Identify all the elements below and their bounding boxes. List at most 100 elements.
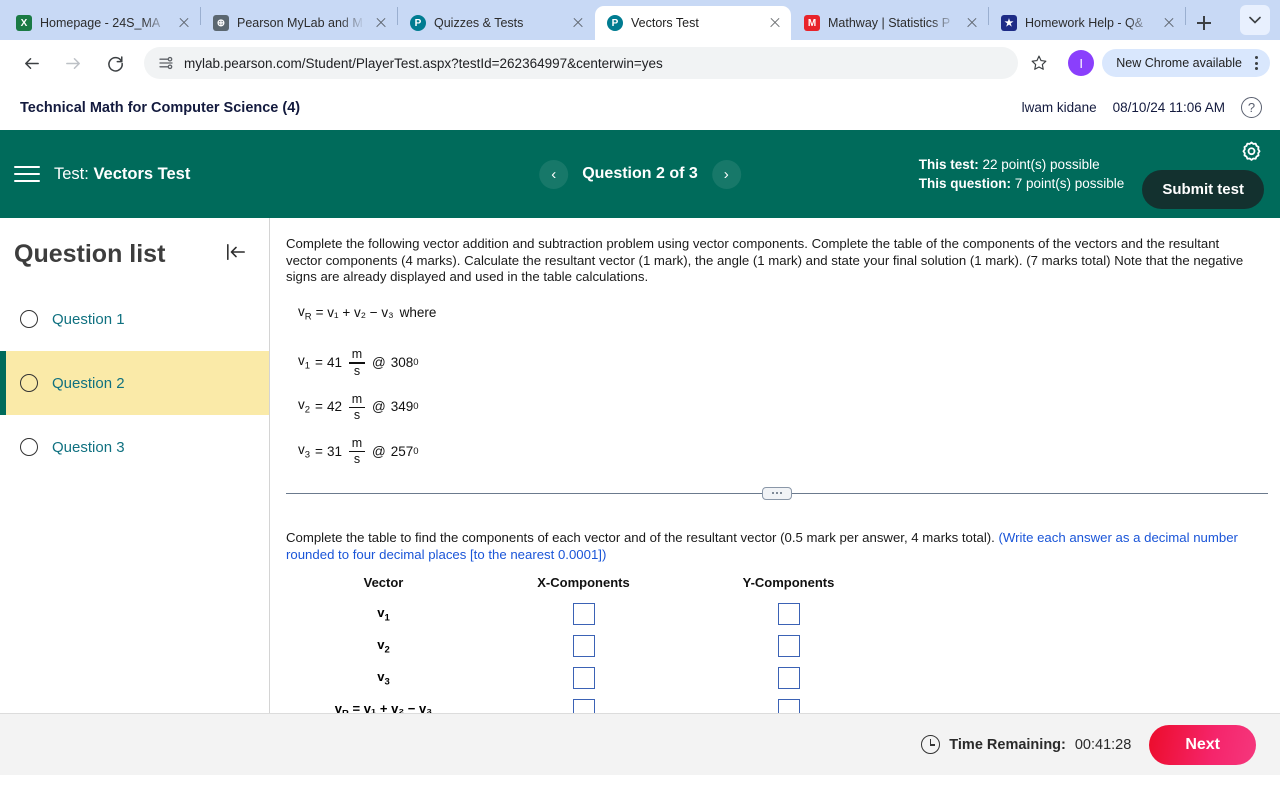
sidebar-item-question-1[interactable]: Question 1	[0, 287, 269, 351]
close-icon[interactable]	[964, 15, 980, 31]
previous-question-button[interactable]: ‹	[539, 159, 569, 189]
question-list-title: Question list	[14, 240, 166, 268]
help-icon[interactable]: ?	[1241, 97, 1262, 118]
equals-sign: =	[315, 354, 323, 370]
chevron-down-icon	[1249, 16, 1261, 24]
column-header-x-components: X-Components	[537, 575, 630, 591]
back-button[interactable]	[15, 47, 47, 79]
formula-where-label: where	[399, 305, 437, 321]
browser-tab-5[interactable]: ★ Homework Help - Q&	[989, 6, 1185, 40]
vector-symbol: v3	[298, 441, 311, 461]
menu-icon[interactable]	[14, 163, 40, 185]
x-component-input[interactable]	[572, 699, 595, 713]
splitter-line-left	[286, 492, 762, 494]
sidebar-item-question-2[interactable]: Question 2	[0, 351, 269, 415]
browser-tab-4[interactable]: M Mathway | Statistics P	[792, 6, 988, 40]
new-tab-button[interactable]	[1190, 9, 1218, 37]
row-x-cell	[481, 630, 686, 662]
question-prompt: Complete the following vector addition a…	[286, 236, 1244, 284]
browser-menu-icon[interactable]	[1248, 53, 1264, 73]
y-component-input[interactable]	[777, 667, 800, 690]
question-status-circle-icon	[20, 438, 38, 456]
close-icon[interactable]	[373, 15, 389, 31]
submit-test-button[interactable]: Submit test	[1142, 169, 1264, 209]
y-component-input[interactable]	[777, 603, 800, 626]
y-component-input[interactable]	[777, 635, 800, 658]
bookmark-star-icon[interactable]	[1024, 48, 1054, 78]
splitter-grip-handle[interactable]	[762, 486, 792, 500]
browser-tab-strip: X Homepage - 24S_MA ⊕ Pearson MyLab and …	[0, 0, 1280, 40]
profile-avatar[interactable]: I	[1068, 50, 1095, 76]
pearson-icon: P	[607, 15, 623, 31]
browser-toolbar: mylab.pearson.com/Student/PlayerTest.asp…	[0, 40, 1280, 86]
app-user-info: lwam kidane 08/10/24 11:06 AM ?	[1022, 97, 1262, 118]
time-remaining-label: Time Remaining:	[949, 736, 1066, 753]
table-row: v2	[286, 630, 891, 662]
user-name: lwam kidane	[1021, 100, 1097, 115]
unit-denominator: s	[353, 452, 361, 467]
close-icon[interactable]	[570, 15, 586, 31]
formula-rhs: = v₁ + v₂ − v₃	[315, 305, 394, 321]
sidebar-item-question-3[interactable]: Question 3	[0, 415, 269, 479]
browser-tab-title: Vectors Test	[631, 16, 699, 30]
question-points-label: This question:	[918, 176, 1011, 191]
question-status-circle-icon	[20, 374, 38, 392]
test-title: Test: Vectors Test	[54, 165, 190, 184]
settings-gear-icon[interactable]	[1240, 140, 1264, 164]
excel-icon: X	[16, 15, 32, 31]
test-header-actions: Submit test	[1142, 140, 1264, 209]
vector-subscript: R	[342, 709, 349, 713]
browser-tab-1[interactable]: ⊕ Pearson MyLab and M	[201, 6, 397, 40]
test-name-label: Vectors Test	[93, 164, 191, 183]
collapse-panel-icon[interactable]	[225, 242, 247, 267]
row-vector-label: vR = v₁ + v₂ − v₃	[286, 694, 481, 713]
browser-tab-title: Mathway | Statistics P	[828, 16, 951, 30]
browser-tab-title: Pearson MyLab and M	[237, 16, 363, 30]
globe-icon: ⊕	[213, 15, 229, 31]
browser-tab-0[interactable]: X Homepage - 24S_MA	[4, 6, 200, 40]
arrow-right-icon	[65, 57, 80, 69]
vector-angle: 257	[390, 443, 414, 459]
url-text: mylab.pearson.com/Student/PlayerTest.asp…	[184, 55, 663, 71]
forward-button[interactable]	[57, 47, 89, 79]
components-table: Vector X-Components Y-Components v1 v2 v…	[286, 573, 891, 713]
x-component-input[interactable]	[572, 667, 595, 690]
address-bar[interactable]: mylab.pearson.com/Student/PlayerTest.asp…	[144, 47, 1019, 79]
reload-button[interactable]	[99, 47, 131, 79]
next-button[interactable]: Next	[1149, 724, 1256, 765]
browser-tab-title: Quizzes & Tests	[434, 16, 524, 30]
table-instruction-plain: Complete the table to find the component…	[286, 530, 999, 546]
question-status-circle-icon	[20, 310, 38, 328]
vector-subscript: 2	[304, 405, 311, 417]
given-vector-2: v2 = 42 m s @ 349 0	[298, 391, 1268, 421]
chrome-update-chip[interactable]: New Chrome available	[1102, 49, 1270, 77]
close-icon[interactable]	[176, 15, 192, 31]
pane-splitter[interactable]	[286, 485, 1268, 501]
table-header-row: Vector X-Components Y-Components	[286, 573, 891, 598]
unit-numerator: m	[351, 391, 363, 406]
sidebar-item-label: Question 3	[52, 438, 125, 456]
next-question-button[interactable]: ›	[711, 159, 741, 189]
given-vectors-list: v1 = 41 m s @ 308 0 v2 = 42 m s @ 349 0 …	[298, 348, 1268, 467]
close-icon[interactable]	[1161, 15, 1177, 31]
at-symbol: @	[371, 354, 386, 370]
vector-magnitude: 31	[326, 443, 342, 459]
vector-magnitude: 42	[326, 399, 342, 415]
chrome-update-label: New Chrome available	[1116, 56, 1242, 70]
test-points-label: This test:	[918, 157, 979, 172]
vector-symbol: v2	[298, 397, 311, 417]
coursehero-icon: ★	[1001, 15, 1017, 31]
browser-tab-3-active[interactable]: P Vectors Test	[595, 6, 791, 40]
vector-subscript: 3	[384, 676, 390, 688]
x-component-input[interactable]	[572, 603, 595, 626]
browser-tab-2[interactable]: P Quizzes & Tests	[398, 6, 594, 40]
close-icon[interactable]	[767, 15, 783, 31]
question-list-panel: Question list Question 1 Question 2 Ques…	[0, 218, 270, 713]
y-component-input[interactable]	[777, 699, 800, 713]
x-component-input[interactable]	[572, 635, 595, 658]
row-vector-label: v2	[377, 637, 390, 656]
table-row: v3	[286, 662, 891, 694]
question-points-line: This question: 7 point(s) possible	[919, 174, 1125, 193]
table-row: v1	[286, 598, 891, 630]
tab-search-icon[interactable]	[1240, 5, 1270, 35]
